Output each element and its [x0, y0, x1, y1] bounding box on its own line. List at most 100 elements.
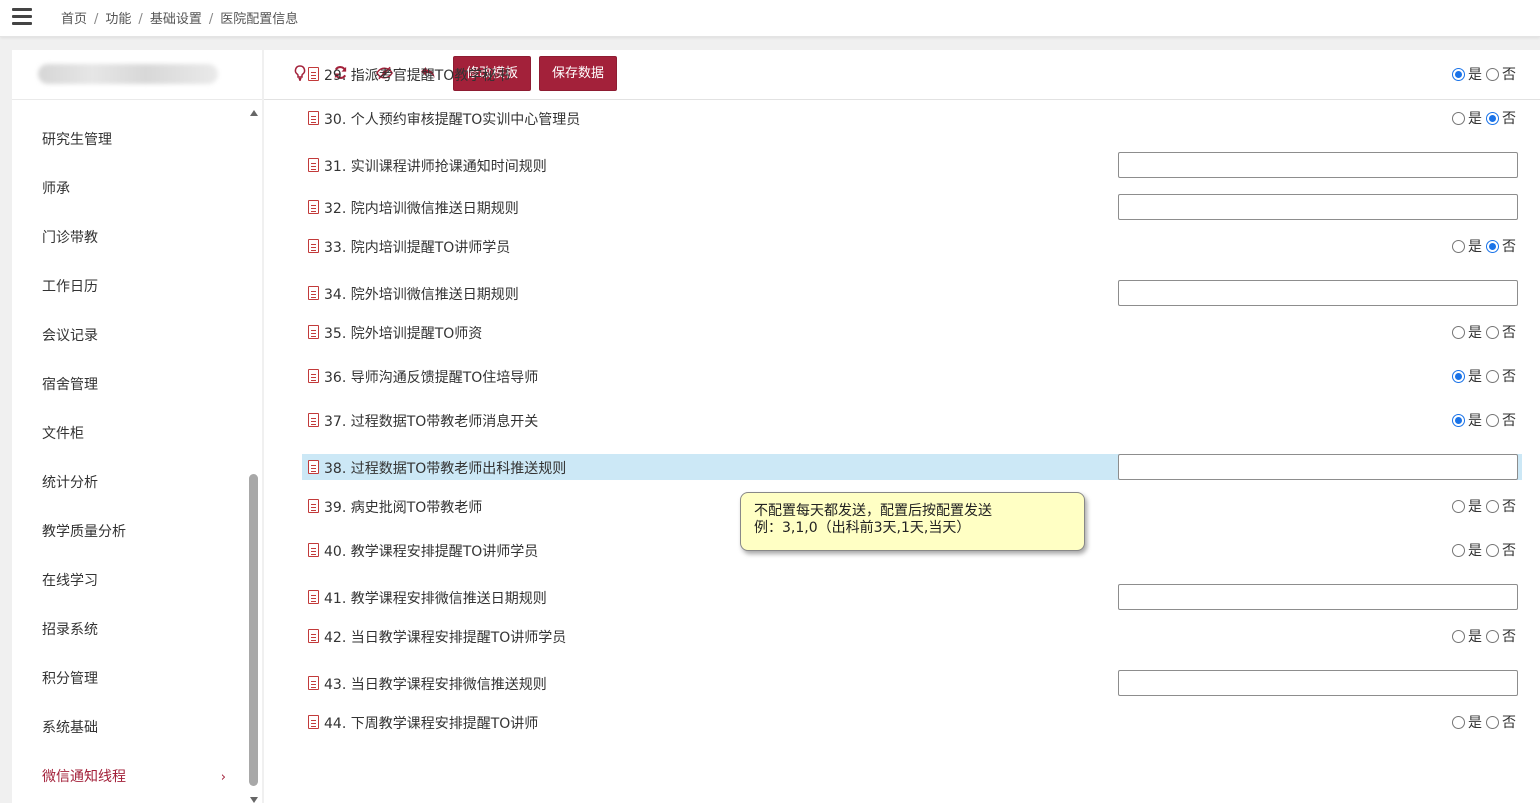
radio-yes[interactable] — [1452, 630, 1465, 643]
sidebar-item[interactable]: 在线学习 — [12, 557, 248, 606]
config-text-input[interactable] — [1118, 152, 1518, 178]
sidebar-item-label: 统计分析 — [42, 475, 98, 491]
document-icon — [308, 239, 319, 253]
radio-no[interactable] — [1486, 112, 1499, 125]
config-text-input[interactable] — [1118, 280, 1518, 306]
config-row: 29. 指派考官提醒TO教学秘书是否 — [302, 61, 1522, 87]
breadcrumb: 首页 / 功能 / 基础设置 / 医院配置信息 — [61, 12, 299, 27]
yes-no-radio-group: 是否 — [1452, 410, 1520, 430]
sidebar-scrollbar[interactable] — [249, 110, 259, 803]
sidebar-item[interactable]: 系统基础 — [12, 704, 248, 753]
sidebar-item[interactable]: 教学质量分析 — [12, 508, 248, 557]
radio-no[interactable] — [1486, 630, 1499, 643]
config-row: 42. 当日教学课程安排提醒TO讲师学员是否 — [302, 623, 1522, 649]
config-text-input[interactable] — [1118, 194, 1518, 220]
radio-no[interactable] — [1486, 500, 1499, 513]
radio-no[interactable] — [1486, 240, 1499, 253]
scrollbar-thumb[interactable] — [249, 474, 258, 786]
sidebar-item-label: 系统基础 — [42, 720, 98, 736]
radio-yes-label: 是 — [1468, 111, 1482, 127]
radio-yes-label: 是 — [1468, 67, 1482, 83]
radio-no[interactable] — [1486, 544, 1499, 557]
radio-yes[interactable] — [1452, 500, 1465, 513]
sidebar-item[interactable]: 招录系统 — [12, 606, 248, 655]
radio-yes[interactable] — [1452, 370, 1465, 383]
radio-no[interactable] — [1486, 414, 1499, 427]
config-label: 42. 当日教学课程安排提醒TO讲师学员 — [324, 630, 567, 646]
radio-no[interactable] — [1486, 326, 1499, 339]
scroll-up-arrow-icon[interactable] — [250, 110, 258, 116]
config-row: 33. 院内培训提醒TO讲师学员是否 — [302, 233, 1522, 259]
yes-no-radio-group: 是否 — [1452, 496, 1520, 516]
yes-no-radio-group: 是否 — [1452, 108, 1520, 128]
radio-yes[interactable] — [1452, 68, 1465, 81]
sidebar-item-label: 门诊带教 — [42, 230, 98, 246]
sidebar-item[interactable]: 工作日历 — [12, 263, 248, 312]
sidebar-menu: 研究生管理师承门诊带教工作日历 会议记录 宿舍管理 文件柜统计分析教学质量分析 在线学习… — [12, 116, 248, 802]
sidebar-item[interactable]: 文件柜 — [12, 410, 248, 459]
radio-yes[interactable] — [1452, 716, 1465, 729]
radio-yes-label: 是 — [1468, 499, 1482, 515]
config-label: 39. 病史批阅TO带教老师 — [324, 500, 483, 516]
document-icon — [308, 676, 319, 690]
document-icon — [308, 286, 319, 300]
sidebar-item-label: 招录系统 — [42, 622, 98, 638]
tooltip-line-2: 例：3,1,0（出科前3天,1天,当天） — [754, 520, 971, 536]
hint-tooltip: 不配置每天都发送，配置后按配置发送 例：3,1,0（出科前3天,1天,当天） — [740, 492, 1085, 551]
radio-yes[interactable] — [1452, 544, 1465, 557]
sidebar-item[interactable]: 统计分析 — [12, 459, 248, 508]
hamburger-menu-icon[interactable] — [12, 8, 32, 26]
main-panel: 修改模板 保存数据 29. 指派考官提醒TO教学秘书是否 30. 个人预约审核提醒… — [264, 50, 1540, 803]
sidebar-item-label: 积分管理 — [42, 671, 98, 687]
radio-yes[interactable] — [1452, 240, 1465, 253]
config-row: 37. 过程数据TO带教老师消息开关 是否 — [302, 407, 1522, 433]
radio-yes-label: 是 — [1468, 325, 1482, 341]
yes-no-radio-group: 是否 — [1452, 540, 1520, 560]
document-icon — [308, 629, 319, 643]
config-label: 30. 个人预约审核提醒TO实训中心管理员 — [324, 112, 581, 128]
breadcrumb-function[interactable]: 功能 — [105, 12, 131, 27]
document-icon — [308, 715, 319, 729]
config-row: 44. 下周教学课程安排提醒TO讲师是否 — [302, 709, 1522, 735]
yes-no-radio-group: 是否 — [1452, 64, 1520, 84]
config-row: 41. 教学课程安排微信推送日期规则 — [302, 584, 1522, 610]
config-row: 30. 个人预约审核提醒TO实训中心管理员 是否 — [302, 105, 1522, 131]
radio-no[interactable] — [1486, 68, 1499, 81]
config-text-input[interactable] — [1118, 670, 1518, 696]
radio-yes[interactable] — [1452, 414, 1465, 427]
sidebar-item-label: 研究生管理 — [42, 132, 112, 148]
config-text-input[interactable] — [1118, 454, 1518, 480]
sidebar-item[interactable]: 门诊带教 — [12, 214, 248, 263]
radio-yes-label: 是 — [1468, 413, 1482, 429]
radio-yes[interactable] — [1452, 112, 1465, 125]
breadcrumb-home[interactable]: 首页 — [61, 12, 87, 27]
radio-yes-label: 是 — [1468, 629, 1482, 645]
radio-no[interactable] — [1486, 370, 1499, 383]
sidebar-item[interactable]: 师承 — [12, 165, 248, 214]
config-text-input[interactable] — [1118, 584, 1518, 610]
breadcrumb-basic-settings[interactable]: 基础设置 — [150, 12, 202, 27]
config-label: 37. 过程数据TO带教老师消息开关 — [324, 414, 539, 430]
radio-no-label: 否 — [1502, 325, 1516, 341]
sidebar-item[interactable]: 会议记录 — [12, 312, 248, 361]
config-row: 32. 院内培训微信推送日期规则 — [302, 194, 1522, 220]
top-bar: 首页 / 功能 / 基础设置 / 医院配置信息 — [0, 0, 1540, 37]
sidebar-item[interactable]: 宿舍管理 — [12, 361, 248, 410]
document-icon — [308, 111, 319, 125]
config-label: 35. 院外培训提醒TO师资 — [324, 326, 483, 342]
scroll-down-arrow-icon[interactable] — [250, 797, 258, 803]
sidebar-item[interactable]: 积分管理 — [12, 655, 248, 704]
config-label: 31. 实训课程讲师抢课通知时间规则 — [324, 159, 547, 175]
sidebar-item[interactable]: 研究生管理 — [12, 116, 248, 165]
sidebar-item[interactable]: 微信通知线程 › — [12, 753, 248, 802]
config-row: 36. 导师沟通反馈提醒TO住培导师是否 — [302, 363, 1522, 389]
sidebar: 研究生管理师承门诊带教工作日历 会议记录 宿舍管理 文件柜统计分析教学质量分析 在线学习… — [12, 50, 262, 803]
document-icon — [308, 413, 319, 427]
radio-yes-label: 是 — [1468, 715, 1482, 731]
tooltip-line-1: 不配置每天都发送，配置后按配置发送 — [754, 503, 992, 519]
radio-no-label: 否 — [1502, 715, 1516, 731]
config-label: 41. 教学课程安排微信推送日期规则 — [324, 591, 547, 607]
radio-yes[interactable] — [1452, 326, 1465, 339]
radio-no[interactable] — [1486, 716, 1499, 729]
yes-no-radio-group: 是否 — [1452, 322, 1520, 342]
